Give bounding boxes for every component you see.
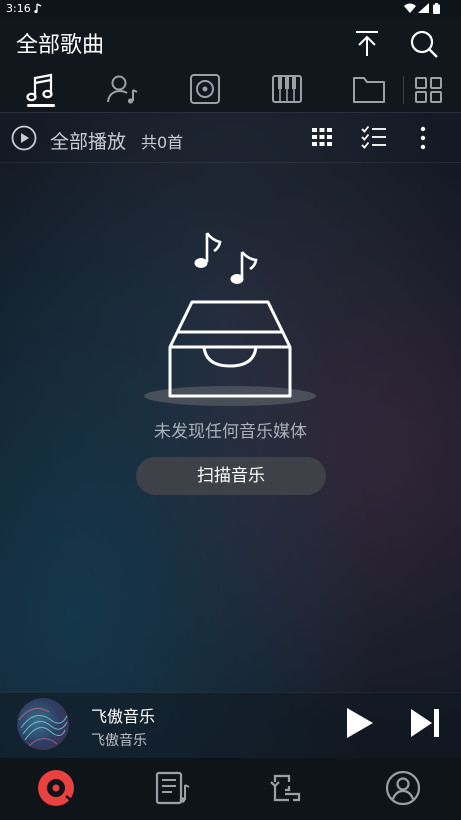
more-vert-icon	[420, 126, 426, 150]
wifi-icon	[404, 3, 416, 13]
divider	[0, 162, 461, 163]
track-artist[interactable]: 飞傲音乐	[91, 730, 147, 750]
song-count: 共0首	[141, 133, 184, 152]
empty-box-illustration	[140, 226, 320, 412]
track-title[interactable]: 飞傲音乐	[91, 703, 155, 727]
music-note-icon	[194, 232, 222, 268]
battery-icon	[433, 3, 440, 14]
grid-icon	[415, 77, 442, 103]
category-tab-bar	[0, 68, 461, 113]
tab-genres[interactable]	[267, 72, 307, 106]
play-circle-icon	[11, 125, 37, 151]
tab-more-categories[interactable]	[409, 72, 449, 106]
checklist-icon	[361, 125, 386, 149]
nav-music-library[interactable]	[36, 768, 76, 808]
skip-next-icon	[411, 709, 439, 737]
play-icon	[347, 708, 373, 738]
play-all-label[interactable]: 全部播放	[50, 127, 126, 154]
playlist-icon	[155, 771, 190, 805]
page-title: 全部歌曲	[16, 33, 105, 58]
active-tab-indicator	[27, 104, 55, 107]
next-track-button[interactable]	[408, 706, 442, 740]
dot-grid-icon	[312, 128, 332, 146]
switch-icon	[270, 774, 301, 802]
tab-albums[interactable]	[185, 72, 225, 106]
piano-icon	[272, 75, 302, 103]
search-icon	[410, 30, 438, 58]
more-options-button[interactable]	[414, 124, 432, 152]
album-art[interactable]	[17, 698, 69, 750]
multi-select-button[interactable]	[361, 125, 387, 149]
music-note-icon	[26, 73, 53, 102]
status-bar	[0, 0, 461, 18]
nav-playlists[interactable]	[152, 768, 192, 808]
tab-folders[interactable]	[349, 72, 389, 106]
tab-artists[interactable]	[103, 72, 143, 106]
search-button[interactable]	[408, 28, 440, 60]
notification-icon	[34, 3, 42, 14]
status-time: 3:16	[6, 2, 31, 15]
profile-icon	[385, 770, 421, 806]
mini-player[interactable]	[0, 692, 461, 759]
album-icon	[190, 74, 220, 104]
upload-icon	[356, 31, 378, 56]
artist-icon	[107, 75, 138, 104]
music-note-icon	[230, 251, 258, 284]
view-mode-button[interactable]	[310, 125, 334, 149]
empty-state-message: 未发现任何音乐媒体	[154, 422, 307, 442]
tab-separator	[403, 76, 404, 104]
upload-button[interactable]	[352, 28, 382, 58]
signal-icon	[418, 3, 429, 13]
play-button[interactable]	[340, 704, 378, 742]
vinyl-icon	[38, 770, 76, 807]
play-all-button[interactable]	[10, 124, 38, 152]
tab-songs[interactable]	[21, 72, 61, 106]
folder-icon	[353, 77, 385, 103]
scan-music-button[interactable]: 扫描音乐	[136, 457, 326, 495]
nav-profile[interactable]	[383, 768, 423, 808]
nav-switch[interactable]	[267, 768, 307, 808]
